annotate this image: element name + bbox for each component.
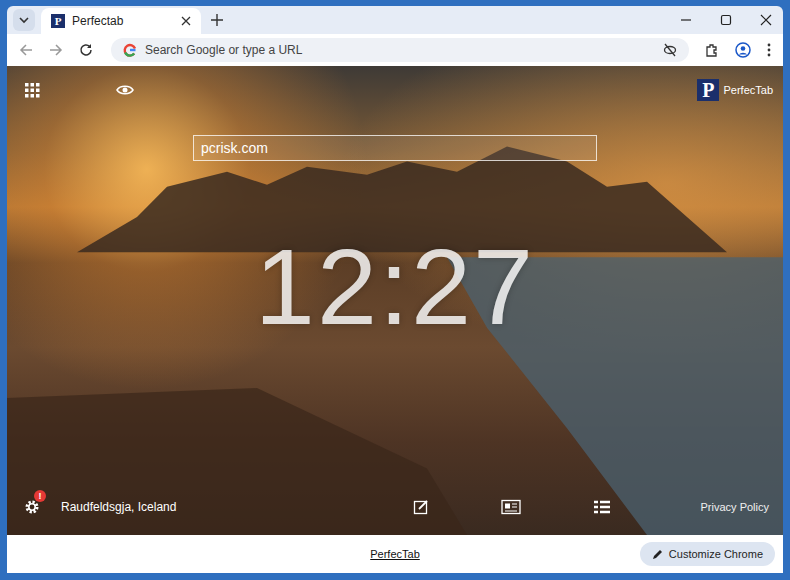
omnibox-placeholder: Search Google or type a URL [145, 43, 302, 57]
photo-location: Raudfeldsgja, Iceland [61, 500, 261, 514]
reload-icon[interactable] [79, 43, 93, 57]
forward-icon[interactable] [49, 43, 63, 57]
browser-window: P Perfectab Search Google or type a URL … [0, 0, 790, 580]
settings-badge: ! [34, 490, 46, 502]
tab-title: Perfectab [72, 14, 174, 28]
menu-icon[interactable] [767, 43, 771, 57]
tab-strip: P Perfectab [7, 6, 783, 34]
apps-grid-icon[interactable] [24, 82, 40, 98]
footer-bar: PerfecTab Customize Chrome [7, 535, 783, 573]
favicon-icon: P [51, 14, 65, 28]
news-icon[interactable] [501, 499, 521, 515]
list-icon[interactable] [593, 500, 611, 514]
back-icon[interactable] [19, 43, 33, 57]
browser-tab[interactable]: P Perfectab [41, 8, 201, 34]
toolbar: Search Google or type a URL [7, 34, 783, 66]
tab-search-button[interactable] [13, 9, 35, 31]
maximize-icon[interactable] [720, 14, 732, 26]
chevron-down-icon [18, 14, 30, 26]
customize-chrome-label: Customize Chrome [669, 548, 763, 560]
minimize-icon[interactable] [680, 14, 692, 26]
privacy-policy-link[interactable]: Privacy Policy [701, 501, 769, 513]
notes-edit-icon[interactable] [413, 499, 429, 515]
close-window-icon[interactable] [760, 14, 772, 26]
close-icon[interactable] [181, 16, 191, 26]
brand-mark: P [697, 79, 719, 101]
customize-chrome-button[interactable]: Customize Chrome [640, 542, 775, 566]
brand-name: PerfecTab [723, 84, 773, 96]
search-value: pcrisk.com [201, 140, 268, 156]
clock: 12:27 [7, 231, 783, 343]
brand-logo[interactable]: P PerfecTab [697, 79, 773, 101]
eye-icon[interactable] [116, 84, 134, 96]
google-icon [123, 43, 137, 57]
new-tab-page: P PerfecTab pcrisk.com 12:27 ! Raudfelds… [7, 66, 783, 535]
extensions-icon[interactable] [705, 43, 719, 57]
pencil-icon [652, 549, 663, 560]
settings-button[interactable]: ! [24, 498, 42, 516]
omnibox[interactable]: Search Google or type a URL [111, 38, 689, 62]
new-tab-icon[interactable] [211, 14, 223, 26]
profile-icon[interactable] [735, 42, 751, 58]
search-input[interactable]: pcrisk.com [193, 135, 597, 161]
eye-off-icon[interactable] [663, 43, 677, 57]
perfectab-link[interactable]: PerfecTab [370, 548, 420, 560]
